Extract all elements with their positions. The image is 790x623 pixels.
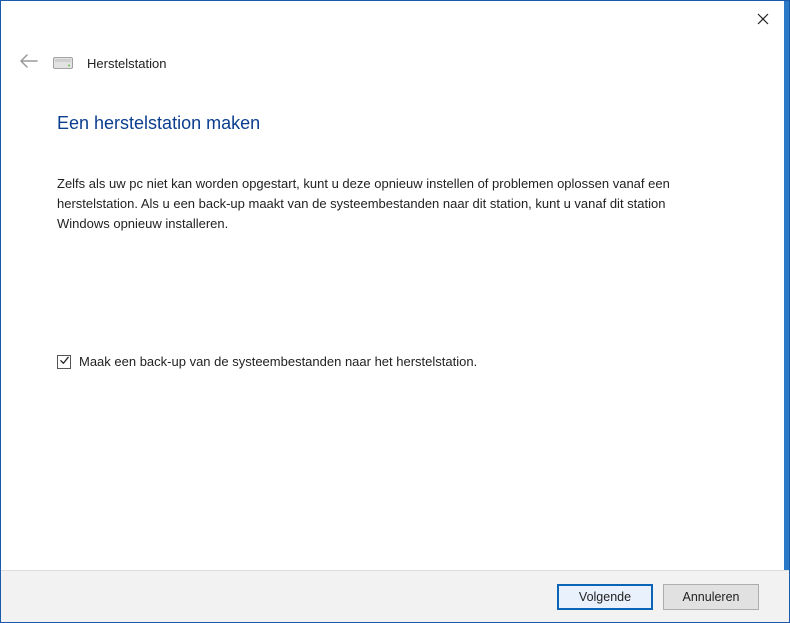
titlebar (1, 1, 789, 37)
page-title: Een herstelstation maken (57, 113, 733, 134)
wizard-window: Herstelstation Een herstelstation maken … (0, 0, 790, 623)
window-right-border (784, 1, 789, 622)
footer: Volgende Annuleren (1, 570, 789, 622)
back-arrow-icon (20, 54, 38, 73)
description-text: Zelfs als uw pc niet kan worden opgestar… (57, 174, 717, 234)
back-button[interactable] (19, 53, 39, 73)
header-app-name: Herstelstation (87, 56, 166, 71)
checkmark-icon (59, 353, 70, 371)
drive-icon (53, 56, 73, 70)
content-area: Een herstelstation maken Zelfs als uw pc… (1, 73, 789, 570)
close-button[interactable] (741, 7, 785, 35)
backup-checkbox-label[interactable]: Maak een back-up van de systeembestanden… (79, 354, 477, 369)
backup-checkbox-row[interactable]: Maak een back-up van de systeembestanden… (57, 354, 733, 369)
close-icon (757, 12, 769, 30)
backup-checkbox[interactable] (57, 355, 71, 369)
header-row: Herstelstation (1, 37, 789, 73)
cancel-button[interactable]: Annuleren (663, 584, 759, 610)
next-button[interactable]: Volgende (557, 584, 653, 610)
